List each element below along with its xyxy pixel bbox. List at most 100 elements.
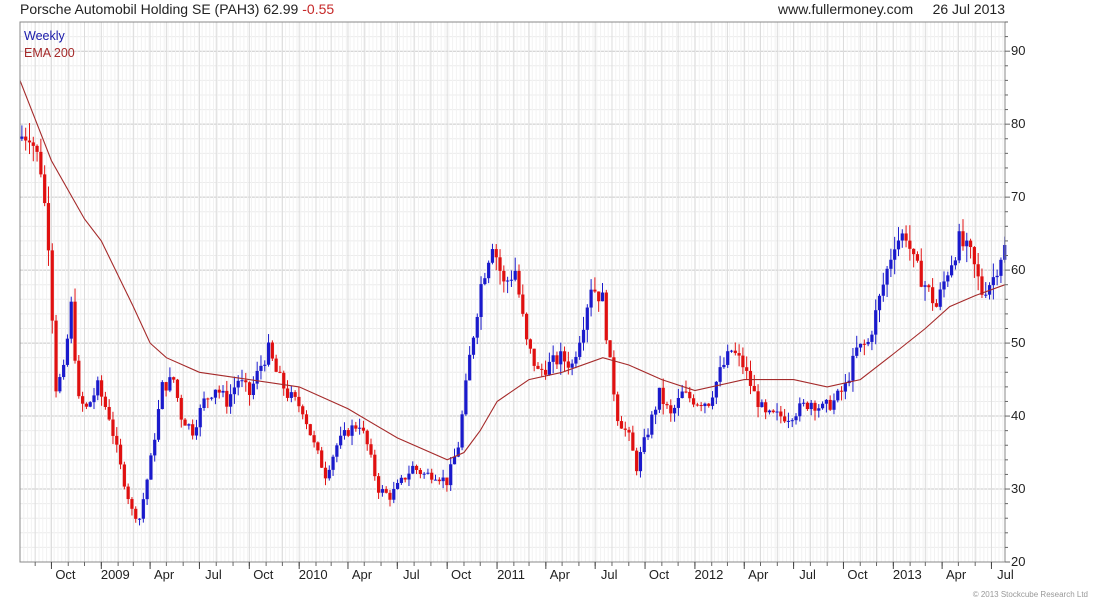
candle-down [217, 389, 221, 393]
candle-up [881, 284, 885, 296]
candle-up [58, 377, 62, 392]
candle-up [581, 329, 586, 343]
candle-up [350, 425, 354, 436]
candle-up [965, 240, 969, 247]
candle-down [566, 361, 570, 368]
candle-up [487, 262, 491, 279]
candle-down [543, 369, 548, 375]
candle-down [748, 370, 753, 386]
candle-up [69, 301, 73, 339]
candle-down [813, 402, 817, 411]
legend-weekly: Weekly [24, 29, 65, 43]
candle-up [585, 307, 589, 330]
candle-down [524, 313, 529, 340]
candle-up [213, 389, 218, 398]
candle-up [790, 420, 794, 422]
candle-down [369, 444, 373, 455]
candle-down [73, 301, 77, 361]
candle-down [191, 424, 195, 436]
candle-up [145, 479, 149, 500]
candle-up [832, 400, 836, 410]
x-tick-label: Apr [748, 567, 769, 582]
candle-down [183, 419, 187, 426]
candle-down [517, 270, 521, 295]
candle-down [623, 428, 627, 430]
candle-down [635, 450, 639, 472]
y-tick-label: 90 [1011, 43, 1025, 58]
candle-down [361, 427, 366, 431]
candle-down [122, 464, 126, 487]
candle-down [31, 142, 35, 146]
candle-up [210, 397, 214, 399]
candle-down [54, 320, 58, 392]
candle-down [862, 343, 866, 345]
candle-down [50, 250, 54, 321]
candle-down [323, 467, 328, 479]
candle-down [961, 231, 965, 247]
candle-up [726, 351, 730, 365]
candle-up [885, 268, 889, 285]
candle-up [820, 403, 825, 409]
x-tick-label: 2011 [497, 567, 525, 582]
candle-down [688, 391, 692, 399]
candle-down [304, 414, 309, 425]
candle-down [388, 492, 392, 500]
candle-up [339, 435, 343, 446]
candle-down [316, 442, 320, 451]
x-tick-label: Oct [55, 567, 76, 582]
candle-up [88, 402, 92, 407]
candle-down [39, 151, 43, 175]
candle-down [540, 368, 544, 370]
candle-up [509, 279, 514, 281]
candle-down [126, 486, 130, 500]
candle-down [346, 430, 350, 436]
x-tick-label: Oct [451, 567, 472, 582]
candle-up [259, 365, 263, 371]
candle-up [198, 407, 202, 428]
y-tick-label: 30 [1011, 481, 1025, 496]
candle-down [285, 388, 290, 398]
candle-down [403, 477, 407, 480]
candle-down [752, 385, 756, 392]
candle-up [714, 381, 718, 398]
candle-up [202, 398, 206, 408]
candle-down [35, 145, 39, 152]
candle-up [676, 398, 680, 408]
candle-up [547, 361, 551, 375]
candle-down [297, 396, 301, 407]
candle-up [335, 445, 339, 457]
y-tick-label: 60 [1011, 262, 1025, 277]
candle-down [555, 355, 559, 365]
candle-up [464, 380, 468, 415]
candle-up [483, 278, 487, 285]
candle-down [745, 367, 749, 371]
candle-down [103, 396, 107, 407]
candle-down [384, 489, 388, 493]
candle-down [107, 406, 111, 420]
candle-down [972, 247, 976, 265]
candle-down [115, 435, 119, 445]
candle-up [657, 387, 662, 410]
candle-up [468, 354, 472, 381]
candle-down [532, 348, 536, 366]
candle-up [251, 383, 255, 396]
candle-down [612, 357, 616, 395]
candle-up [255, 370, 259, 384]
x-tick-label: 2009 [101, 567, 130, 582]
candle-up [551, 355, 555, 362]
candle-up [392, 488, 396, 500]
candle-up [187, 424, 191, 426]
candle-up [160, 382, 164, 410]
candle-up [767, 410, 772, 413]
candle-up [399, 477, 403, 483]
candle-down [779, 411, 783, 417]
candle-up [20, 136, 24, 139]
candle-up [475, 316, 479, 338]
candle-down [494, 249, 498, 258]
candle-up [672, 407, 677, 414]
candle-down [915, 254, 920, 261]
x-tick-label: Jul [799, 567, 816, 582]
candle-up [358, 427, 362, 429]
candle-down [934, 303, 939, 307]
candle-up [407, 473, 411, 480]
